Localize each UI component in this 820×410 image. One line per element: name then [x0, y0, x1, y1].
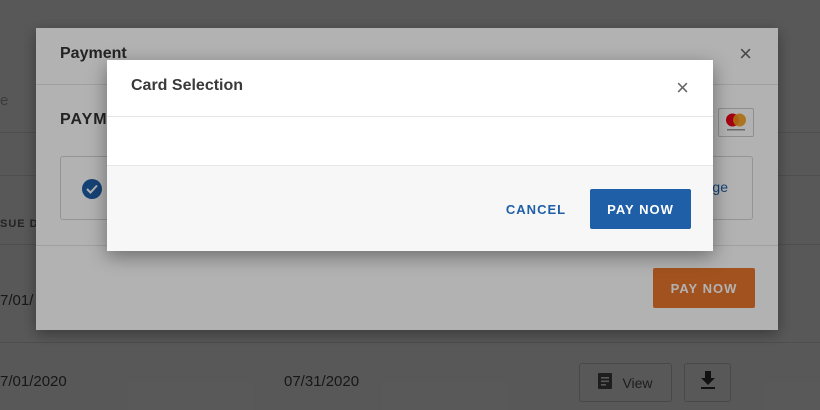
close-icon[interactable]: × [676, 76, 689, 100]
pay-now-button[interactable]: PAY NOW [590, 189, 691, 229]
card-selection-title: Card Selection [131, 77, 244, 94]
card-selection-footer: CANCEL PAY NOW [107, 165, 713, 251]
card-selection-body [107, 117, 713, 165]
card-selection-modal: Card Selection × CANCEL PAY NOW [107, 60, 713, 251]
cancel-button[interactable]: CANCEL [485, 189, 587, 229]
card-selection-header: Card Selection × [107, 60, 713, 117]
